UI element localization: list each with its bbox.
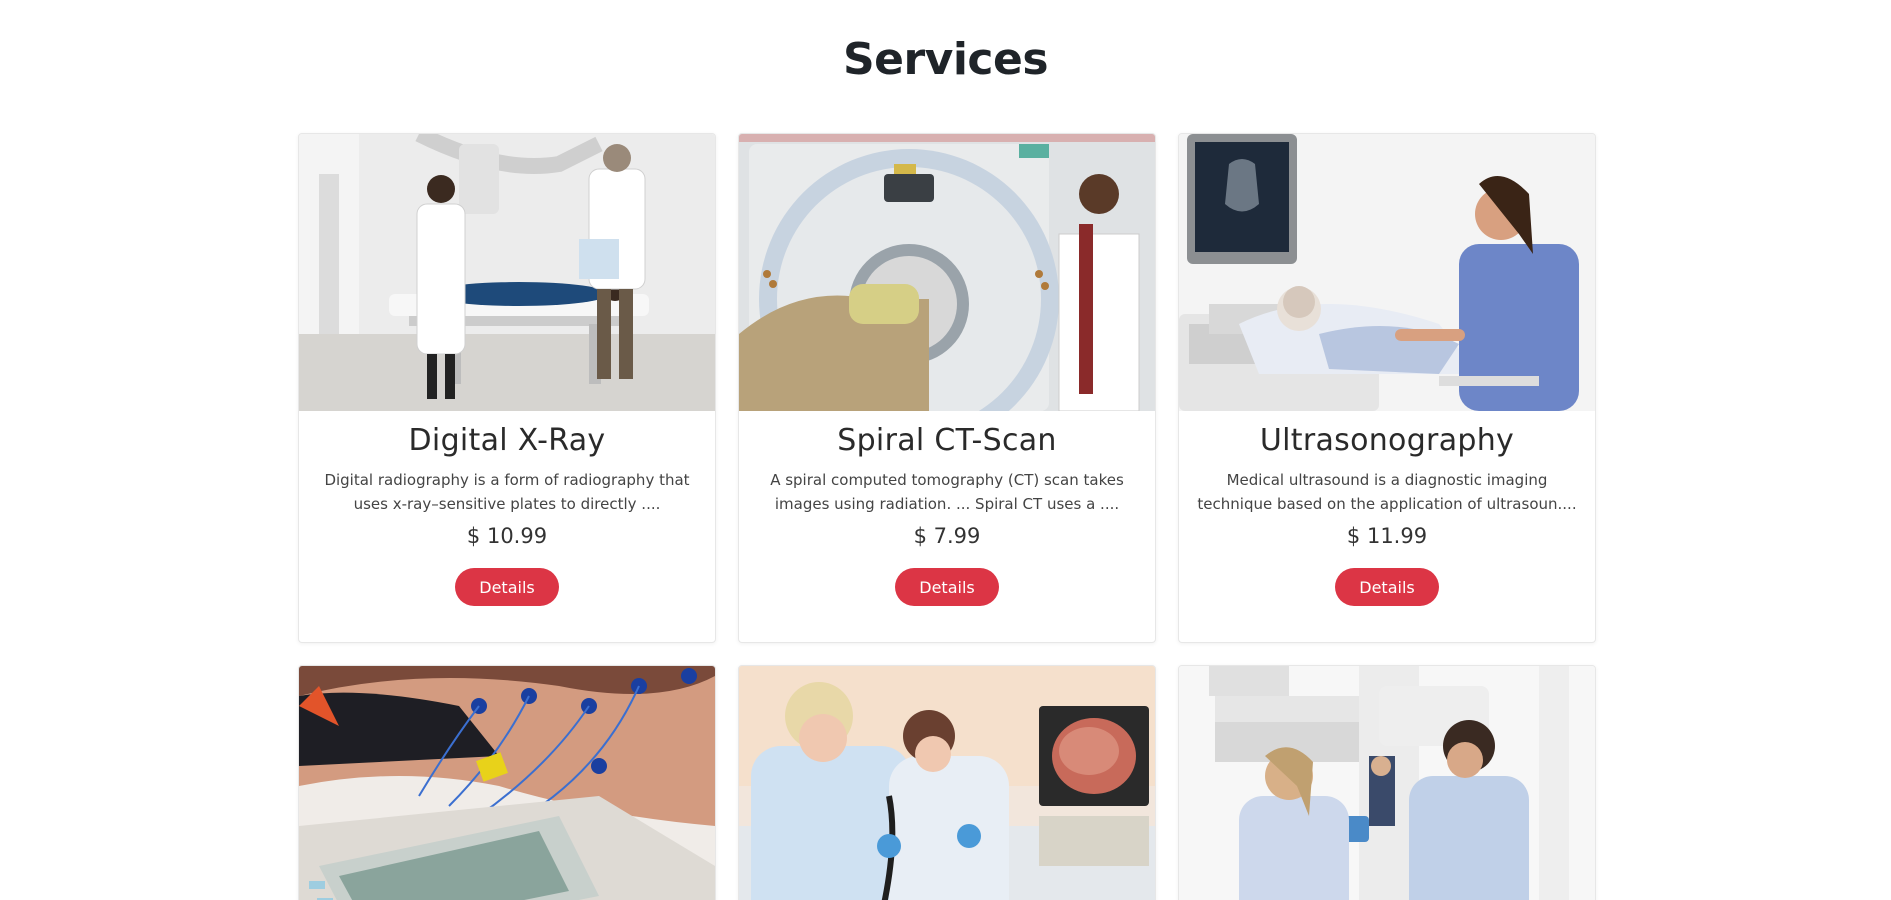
service-card-digital-xray: Digital X-Ray Digital radiography is a f… xyxy=(298,133,716,643)
service-card-ultrasonography: Ultrasonography Medical ultrasound is a … xyxy=(1178,133,1596,643)
service-description: Digital radiography is a form of radiogr… xyxy=(324,471,690,513)
details-button[interactable]: Details xyxy=(895,568,999,606)
service-title: Ultrasonography xyxy=(1259,423,1515,458)
details-button[interactable]: Details xyxy=(1335,568,1439,606)
service-image-endoscopy xyxy=(739,666,1155,900)
services-page: Services Digital X-Ray Digital radiograp… xyxy=(0,0,1891,900)
service-price: $ 7.99 xyxy=(913,524,981,548)
service-card-dental-xray xyxy=(1178,665,1596,900)
service-card-endoscopy xyxy=(738,665,1156,900)
service-image-xray xyxy=(299,134,715,411)
service-image-dental-xray xyxy=(1179,666,1595,900)
service-image-ecg xyxy=(299,666,715,900)
details-button[interactable]: Details xyxy=(455,568,559,606)
service-image-ct-scan xyxy=(739,134,1155,411)
service-card-ecg xyxy=(298,665,716,900)
service-card-spiral-ct-scan: Spiral CT-Scan A spiral computed tomogra… xyxy=(738,133,1156,643)
service-image-ultrasound xyxy=(1179,134,1595,411)
section-title: Services xyxy=(842,34,1049,85)
service-description: Medical ultrasound is a diagnostic imagi… xyxy=(1197,471,1577,513)
service-title: Spiral CT-Scan xyxy=(837,423,1057,458)
service-price: $ 10.99 xyxy=(466,524,548,548)
service-title: Digital X-Ray xyxy=(408,423,606,458)
service-description: A spiral computed tomography (CT) scan t… xyxy=(770,471,1124,513)
service-price: $ 11.99 xyxy=(1346,524,1428,548)
